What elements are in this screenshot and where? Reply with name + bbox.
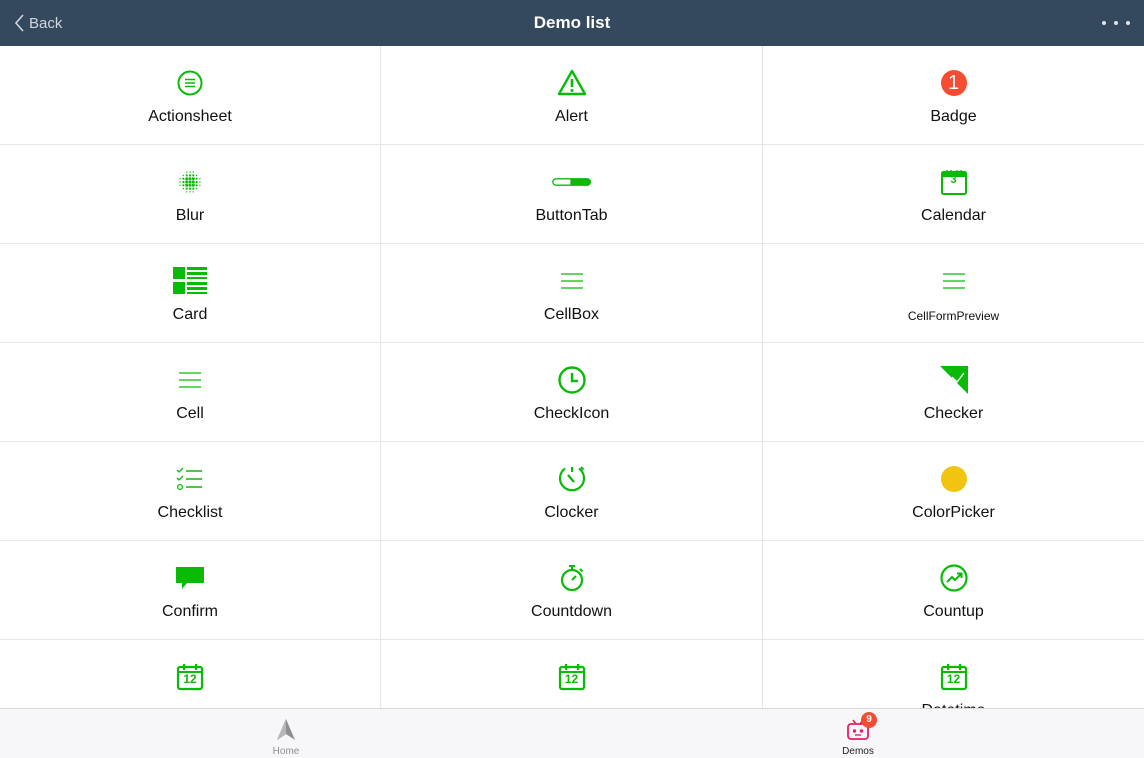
demo-item-item-19[interactable]: 12	[381, 640, 763, 708]
back-button[interactable]: Back	[14, 0, 62, 46]
demo-item-checkicon[interactable]: CheckIcon	[381, 343, 763, 442]
demo-grid: Actionsheet Alert 1 Badge Blur ButtonTab 3 Cale…	[0, 46, 1144, 708]
checklist-icon	[170, 462, 210, 496]
demo-grid-scroll[interactable]: Actionsheet Alert 1 Badge Blur ButtonTab 3 Cale…	[0, 46, 1144, 708]
more-dots-icon	[1102, 21, 1106, 25]
tab-home-label: Home	[272, 746, 300, 757]
demo-item-label: Checker	[923, 405, 984, 422]
demo-item-label: Clocker	[544, 504, 599, 521]
date-day: 12	[183, 672, 197, 686]
demo-item-checklist[interactable]: Checklist	[0, 442, 381, 541]
demo-item-cellbox[interactable]: CellBox	[381, 244, 763, 343]
tab-home[interactable]: Home	[226, 709, 346, 758]
demo-item-label: Alert	[555, 108, 588, 125]
tab-demos[interactable]: 9 Demos	[798, 709, 918, 758]
date-12-icon: 12	[934, 660, 974, 694]
lines-icon	[934, 264, 974, 298]
color-dot-icon	[934, 462, 974, 496]
lines-icon	[552, 264, 592, 298]
demo-item-blur[interactable]: Blur	[0, 145, 381, 244]
demo-item-confirm[interactable]: Confirm	[0, 541, 381, 640]
demo-item-label: Card	[172, 306, 208, 323]
demo-item-label: Blur	[175, 207, 205, 224]
demo-item-buttontab[interactable]: ButtonTab	[381, 145, 763, 244]
badge-count: 1	[947, 71, 960, 94]
demo-item-item-18[interactable]: 12	[0, 640, 381, 708]
demo-item-alert[interactable]: Alert	[381, 46, 763, 145]
list-circle-icon	[170, 66, 210, 100]
calendar-day: 3	[950, 174, 957, 186]
back-label: Back	[29, 14, 63, 32]
demo-item-calendar[interactable]: 3 Calendar	[763, 145, 1144, 244]
date-12-icon: 12	[552, 660, 592, 694]
date-12-icon: 12	[170, 660, 210, 694]
warning-triangle-icon	[552, 66, 592, 100]
checker-corner-icon	[934, 363, 974, 397]
chat-bubble-icon	[170, 561, 210, 595]
card-icon	[170, 264, 210, 298]
calendar-icon: 3	[934, 165, 974, 199]
demo-item-label: Badge	[930, 108, 977, 125]
demo-item-actionsheet[interactable]: Actionsheet	[0, 46, 381, 145]
demo-item-label: Actionsheet	[148, 108, 232, 125]
blur-dots-icon	[170, 165, 210, 199]
demo-item-colorpicker[interactable]: ColorPicker	[763, 442, 1144, 541]
page-title: Demo list	[533, 13, 611, 32]
lines-icon	[170, 363, 210, 397]
more-button[interactable]	[1102, 0, 1130, 46]
trend-up-icon	[934, 561, 974, 595]
nav-header: Back Demo list	[0, 0, 1144, 46]
demo-item-card[interactable]: Card	[0, 244, 381, 343]
demo-item-label: CheckIcon	[533, 405, 610, 422]
clocker-icon	[552, 462, 592, 496]
demo-item-countdown[interactable]: Countdown	[381, 541, 763, 640]
demo-item-checker[interactable]: Checker	[763, 343, 1144, 442]
demo-item-label: CellBox	[543, 306, 600, 323]
demo-item-label: Confirm	[161, 603, 218, 620]
date-day: 12	[564, 672, 579, 686]
demo-item-label: Cell	[176, 405, 204, 422]
demo-item-cell[interactable]: Cell	[0, 343, 381, 442]
demo-item-label: ColorPicker	[912, 504, 995, 521]
demo-item-datetime[interactable]: 12Datetime	[763, 640, 1144, 708]
stopwatch-icon	[552, 561, 592, 595]
chevron-left-icon	[14, 14, 24, 32]
demo-item-label: Countup	[923, 603, 984, 620]
demo-item-label: Calendar	[921, 207, 986, 224]
demo-item-countup[interactable]: Countup	[763, 541, 1144, 640]
demo-item-label: Checklist	[157, 504, 223, 521]
demo-item-label: ButtonTab	[535, 207, 608, 224]
clock-icon	[552, 363, 592, 397]
badge-icon: 1	[934, 66, 974, 100]
demo-item-cellformpreview[interactable]: CellFormPreview	[763, 244, 1144, 343]
navigation-arrow-icon	[277, 719, 295, 740]
button-tab-icon	[551, 165, 592, 199]
demo-item-clocker[interactable]: Clocker	[381, 442, 763, 541]
demo-item-label: Countdown	[531, 603, 612, 620]
demo-item-label: CellFormPreview	[907, 309, 1000, 323]
date-day: 12	[946, 672, 961, 686]
tab-bar: Home 9 Demos	[0, 708, 1144, 758]
tab-demos-label: Demos	[842, 746, 874, 757]
tab-demos-badge: 9	[861, 712, 877, 728]
demo-item-badge[interactable]: 1 Badge	[763, 46, 1144, 145]
